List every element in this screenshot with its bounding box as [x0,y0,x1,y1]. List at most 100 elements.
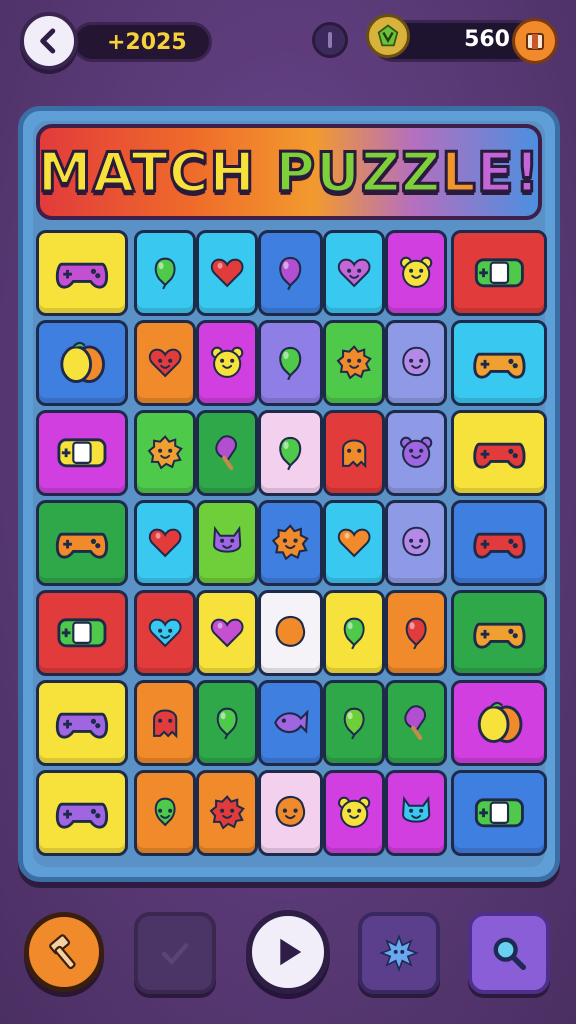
balloon-face-icon [154,797,176,827]
tile-switch-console[interactable] [36,590,128,676]
heart-icon [148,528,182,558]
tile-balloon[interactable] [323,590,385,676]
bear-face-icon [210,346,244,379]
tile-balloon[interactable] [258,320,323,406]
score-value: +2025 [107,29,187,55]
star-button[interactable] [358,912,440,994]
tile-cat-face[interactable] [385,770,447,856]
tile-heart-face[interactable] [134,590,196,676]
magnifier-icon [493,937,527,971]
tile-heart-face[interactable] [134,320,196,406]
ghost-face-icon [341,439,367,469]
tile-switch-console[interactable] [451,770,547,856]
tile-heart-face[interactable] [323,230,385,316]
tile-blob-face[interactable] [385,320,447,406]
tile-heart[interactable] [196,230,258,316]
tile-lemons[interactable] [451,680,547,766]
tile-bear-face[interactable] [385,230,447,316]
tile-balloon[interactable] [134,230,196,316]
bear-face-icon [399,436,433,469]
tile-lemons[interactable] [36,320,128,406]
bear-face-icon [399,256,433,289]
play-button[interactable] [246,910,330,994]
game-title: MATCH PUZZLE! [37,139,541,205]
tile-flower-face[interactable] [196,770,258,856]
chevron-left-icon [40,28,56,54]
tile-blob[interactable] [258,590,323,676]
tile-gamepad[interactable] [36,770,128,856]
tile-ghost-face[interactable] [323,410,385,496]
switch-console-icon [474,258,524,288]
tile-heart[interactable] [323,500,385,586]
tile-switch-console[interactable] [36,410,128,496]
coin-value: 560 [464,27,510,52]
gamepad-icon [55,262,109,289]
back-button[interactable] [20,12,78,70]
switch-console-icon [474,798,524,828]
flower-face-icon [209,795,245,830]
tile-balloon[interactable] [258,230,323,316]
gamepad-icon [472,352,526,379]
gamepad-icon [472,622,526,649]
gamepad-icon [472,442,526,469]
tile-gamepad[interactable] [36,500,128,586]
tile-balloon-face[interactable] [134,770,196,856]
balloon-icon [154,257,176,290]
gamepad-icon [472,532,526,559]
tile-switch-console[interactable] [451,230,547,316]
pause-icon [328,32,332,48]
popsicle-icon [404,705,426,741]
check-button[interactable] [134,912,216,994]
switch-console-icon [57,438,107,468]
tile-heart[interactable] [134,500,196,586]
flower-face-icon [336,345,372,380]
tile-gamepad[interactable] [36,230,128,316]
hammer-icon [49,934,76,970]
blob-icon [275,616,306,648]
lemons-icon [477,702,523,744]
check-icon [161,943,189,966]
tile-gamepad[interactable] [36,680,128,766]
title-banner: MATCH PUZZLE! [36,124,542,220]
tile-balloon[interactable] [385,590,447,676]
tile-gamepad[interactable] [451,500,547,586]
tile-flower-face[interactable] [258,500,323,586]
tile-balloon[interactable] [323,680,385,766]
splat-star-icon [379,934,419,972]
tile-blob-face[interactable] [385,500,447,586]
blob-face-icon [402,346,431,377]
tile-flower-face[interactable] [323,320,385,406]
tile-balloon[interactable] [258,410,323,496]
tile-gamepad[interactable] [451,320,547,406]
flower-face-icon [272,524,310,561]
tile-fish[interactable] [258,680,323,766]
tile-bear-face[interactable] [385,410,447,496]
tile-gamepad[interactable] [451,590,547,676]
tile-bear-face[interactable] [323,770,385,856]
tile-popsicle[interactable] [196,410,258,496]
heart-icon [210,618,244,648]
tile-ghost-face[interactable] [134,680,196,766]
balloon-icon [279,437,302,471]
shop-icon [526,33,544,50]
popsicle-icon [215,435,237,471]
tile-blob-face[interactable] [258,770,323,856]
score-display: +2025 [72,22,212,62]
search-button[interactable] [468,912,550,994]
balloon-icon [279,257,302,291]
gamepad-icon [55,532,109,559]
tile-cat-face[interactable] [196,500,258,586]
tile-heart[interactable] [196,590,258,676]
tile-gamepad[interactable] [451,410,547,496]
tile-popsicle[interactable] [385,680,447,766]
hammer-button[interactable] [24,912,104,992]
switch-console-icon [57,618,107,648]
heart-face-icon [337,258,371,288]
tile-bear-face[interactable] [196,320,258,406]
play-icon [280,938,302,966]
balloon-icon [343,617,365,650]
shop-button[interactable] [512,18,558,64]
pause-button[interactable] [312,22,348,58]
tile-balloon[interactable] [196,680,258,766]
tile-flower-face[interactable] [134,410,196,496]
